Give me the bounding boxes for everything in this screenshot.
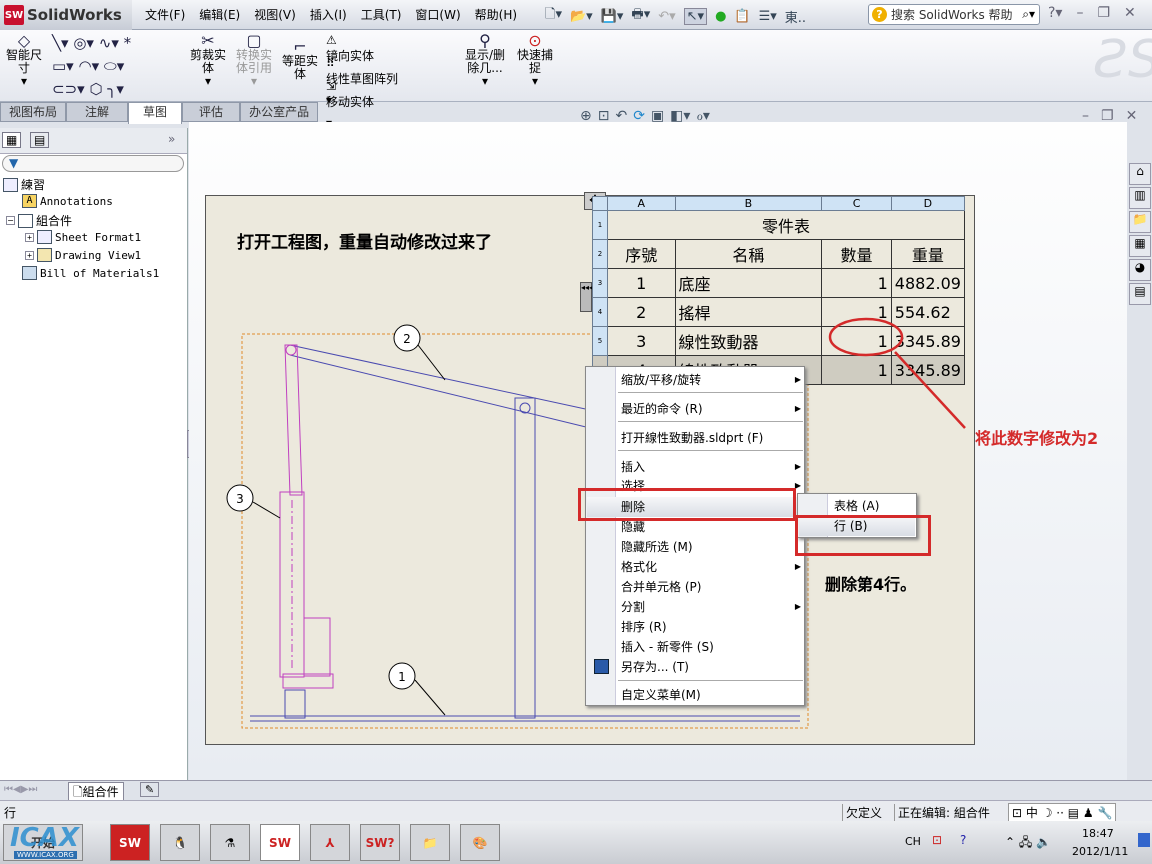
menu-item-sort[interactable]: 排序 (R): [621, 617, 801, 637]
sketch-state: 欠定义: [842, 804, 882, 821]
editing-status: 正在编辑: 組合件: [894, 804, 990, 821]
cell[interactable]: 3345.89: [890, 326, 966, 356]
row-header[interactable]: 4: [592, 297, 608, 327]
qty-cell-highlighted[interactable]: 1: [821, 326, 892, 356]
submenu-item-table[interactable]: 表格 (A): [834, 496, 914, 516]
tray-icons[interactable]: ⌃ 🖧 🔈: [1005, 833, 1051, 854]
watermark-url: WWW.ICAX.ORG: [14, 851, 77, 859]
clock-time: 18:47: [1082, 827, 1114, 840]
table-header-row: 2 序號 名稱 數量 重量: [592, 239, 966, 269]
cell[interactable]: 線性致動器: [674, 326, 823, 356]
highlight-box-row: [795, 515, 931, 556]
cell[interactable]: 3: [606, 326, 676, 356]
header-item-no[interactable]: 序號: [606, 239, 676, 269]
delete-callout: 删除第4行。: [825, 575, 917, 594]
help-tray-icon[interactable]: ?: [960, 833, 966, 847]
taskbar-paint-icon[interactable]: 🎨: [460, 824, 500, 861]
menu-item-insert-new-part[interactable]: 插入 - 新零件 (S): [621, 637, 801, 657]
header-weight[interactable]: 重量: [890, 239, 966, 269]
cell[interactable]: 底座: [674, 268, 823, 298]
actuator: [279, 344, 334, 689]
cell[interactable]: 1: [821, 268, 892, 298]
col-header-d[interactable]: D: [890, 196, 966, 211]
taskbar-qq-icon[interactable]: 🐧: [160, 824, 200, 861]
col-header-a[interactable]: A: [606, 196, 676, 211]
menu-item-customize[interactable]: 自定义菜单(M): [621, 685, 801, 705]
cell[interactable]: 4882.09: [890, 268, 966, 298]
table-row: 3 1 底座 1 4882.09: [592, 268, 966, 298]
cell[interactable]: 1: [821, 355, 892, 385]
change-callout: 将此数字修改为2: [975, 429, 1099, 448]
col-header-c[interactable]: C: [821, 196, 892, 211]
cell[interactable]: 1: [606, 268, 676, 298]
header-qty[interactable]: 數量: [821, 239, 892, 269]
row-header[interactable]: 3: [592, 268, 608, 298]
clock-date: 2012/1/11: [1072, 845, 1129, 858]
language-indicator[interactable]: CH: [905, 835, 921, 848]
table-title-row: 1 零件表: [592, 210, 966, 240]
context-menu: 缩放/平移/旋转 ▶ 最近的命令 (R) ▶ 打开線性致動器.sldprt (F) …: [585, 366, 805, 706]
taskbar: 开始 ICAX WWW.ICAX.ORG SW 🐧 ⚗ SW ⅄ SW? 📁 🎨…: [0, 821, 1152, 864]
cell[interactable]: 554.62: [890, 297, 966, 327]
sheet-tabs-bar: ⏮◀▶⏭ 🗋組合件 ✎: [0, 780, 1152, 805]
balloon-1: 1: [398, 670, 406, 684]
row-header[interactable]: 2: [592, 239, 608, 269]
cell[interactable]: 2: [606, 297, 676, 327]
taskbar-tool-icon[interactable]: ⚗: [210, 824, 250, 861]
taskbar-solidworks-active-icon[interactable]: SW: [260, 824, 300, 861]
row-header[interactable]: 5: [592, 326, 608, 356]
menu-item-hide-selected[interactable]: 隐藏所选 (M): [621, 537, 801, 557]
taskbar-pdf-icon[interactable]: ⅄: [310, 824, 350, 861]
col-header-b[interactable]: B: [674, 196, 823, 211]
save-as-icon: [594, 659, 609, 674]
table-title[interactable]: 零件表: [606, 210, 966, 240]
ime-icon[interactable]: ⊡: [932, 833, 942, 847]
ime-bar[interactable]: ⊡ 中 ☽ ·· ▤ ♟ 🔧: [1008, 803, 1117, 822]
balloon-2: 2: [403, 332, 411, 346]
sheet-nav-arrows-icon[interactable]: ⏮◀▶⏭: [4, 784, 37, 795]
status-message: 行: [4, 806, 17, 820]
menu-item-save-as[interactable]: 另存为... (T): [621, 657, 801, 677]
cell[interactable]: 1: [821, 297, 892, 327]
menu-item-format[interactable]: 格式化 ▶: [621, 557, 801, 577]
menu-item-split[interactable]: 分割 ▶: [621, 597, 801, 617]
header-name[interactable]: 名稱: [674, 239, 823, 269]
balloon-3: 3: [236, 492, 244, 506]
highlight-box-delete: [578, 488, 796, 521]
table-side-handle-icon[interactable]: ◂◂◂: [580, 282, 593, 312]
taskbar-sw-help-icon[interactable]: SW?: [360, 824, 400, 861]
table-row: 4 2 搖桿 1 554.62: [592, 297, 966, 327]
show-desktop-icon[interactable]: [1138, 833, 1150, 847]
add-sheet-icon[interactable]: ✎: [140, 782, 160, 797]
cell[interactable]: 3345.89: [890, 355, 966, 385]
status-bar: 行 欠定义 正在编辑: 組合件 ⊡ 中 ☽ ·· ▤ ♟ 🔧: [0, 800, 1152, 822]
balloons: [226, 324, 446, 716]
column-header-row: A B C D: [592, 196, 966, 211]
bom-table[interactable]: A B C D 1 零件表 2 序號 名稱 數量 重量 3 1 底座 1 4882.09 4 …: [592, 196, 966, 385]
row-header[interactable]: 1: [592, 210, 608, 240]
menu-item-recent-commands[interactable]: 最近的命令 (R) ▶: [621, 399, 801, 419]
menu-item-open-part[interactable]: 打开線性致動器.sldprt (F): [621, 428, 801, 448]
menu-item-merge-cells[interactable]: 合并单元格 (P): [621, 577, 801, 597]
menu-item-zoom-pan-rotate[interactable]: 缩放/平移/旋转 ▶: [621, 370, 801, 390]
menu-item-insert[interactable]: 插入 ▶: [621, 457, 801, 477]
icax-watermark-logo: ICAX: [10, 823, 79, 853]
table-row: 5 3 線性致動器 1 3345.89: [592, 326, 966, 356]
taskbar-explorer-icon[interactable]: 📁: [410, 824, 450, 861]
taskbar-solidworks-icon[interactable]: SW: [110, 824, 150, 861]
cell[interactable]: 搖桿: [674, 297, 823, 327]
